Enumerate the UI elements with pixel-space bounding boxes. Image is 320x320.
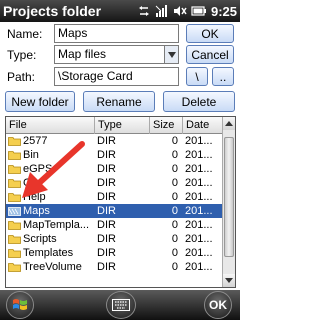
table-row[interactable]: MapTempla... DIR 0 201...	[6, 218, 222, 232]
file-type-cell: DIR	[97, 163, 116, 175]
scroll-down-icon[interactable]	[223, 274, 235, 287]
speaker-muted-icon[interactable]	[173, 2, 187, 20]
file-name-cell: Templates	[6, 246, 95, 260]
file-size-cell: 0	[171, 261, 178, 273]
scrollbar-thumb[interactable]	[224, 137, 234, 257]
bottom-softkey-bar: OK	[0, 290, 240, 320]
file-type-cell: DIR	[97, 261, 116, 273]
type-select[interactable]: Map files	[54, 45, 179, 64]
file-type-cell: DIR	[97, 191, 116, 203]
clock-time[interactable]: 9:25	[211, 4, 237, 19]
file-size-cell: 0	[171, 205, 178, 217]
file-name-cell: Scripts	[6, 232, 95, 246]
file-name: Scripts	[23, 233, 57, 245]
file-size-cell: 0	[171, 163, 178, 175]
status-area: 9:25	[137, 2, 240, 20]
file-name: Templates	[23, 247, 74, 259]
file-date-cell: 201...	[185, 233, 213, 245]
file-date-cell: 201...	[185, 135, 213, 147]
name-input[interactable]: Maps	[54, 24, 179, 43]
file-size-cell: 0	[171, 177, 178, 189]
chevron-down-icon[interactable]	[164, 46, 178, 63]
file-type-cell: DIR	[97, 233, 116, 245]
file-size-cell: 0	[171, 135, 178, 147]
connectivity-icon[interactable]	[137, 2, 151, 20]
signal-icon[interactable]	[155, 2, 169, 20]
file-name-cell: TreeVolume	[6, 260, 95, 274]
parent-folder-button[interactable]: ..	[212, 67, 234, 86]
file-date-cell: 201...	[185, 191, 213, 203]
cancel-button[interactable]: Cancel	[186, 45, 234, 64]
file-name: MapTempla...	[23, 219, 90, 231]
delete-button[interactable]: Delete	[163, 91, 235, 112]
file-date-cell: 201...	[185, 205, 213, 217]
keyboard-button[interactable]	[106, 291, 136, 319]
file-name-cell: MapTempla...	[6, 218, 95, 232]
softkey-ok-button[interactable]: OK	[204, 291, 232, 319]
rename-button[interactable]: Rename	[83, 91, 155, 112]
keyboard-icon	[112, 299, 130, 311]
red-arrow-annotation	[22, 141, 85, 198]
file-name: TreeVolume	[23, 261, 82, 273]
ok-button[interactable]: OK	[186, 24, 234, 43]
file-date-cell: 201...	[185, 149, 213, 161]
column-header-type[interactable]: Type	[95, 117, 150, 134]
table-row[interactable]: Maps DIR 0 201...	[6, 204, 222, 218]
vertical-scrollbar[interactable]	[222, 117, 235, 287]
file-size-cell: 0	[171, 219, 178, 231]
file-size-cell: 0	[171, 247, 178, 259]
file-name-cell: Maps	[6, 204, 95, 218]
table-row[interactable]: TreeVolume DIR 0 201...	[6, 260, 222, 274]
scroll-up-icon[interactable]	[223, 117, 235, 130]
file-date-cell: 201...	[185, 261, 213, 273]
root-folder-button[interactable]: \	[186, 67, 208, 86]
file-size-cell: 0	[171, 233, 178, 245]
file-size-cell: 0	[171, 191, 178, 203]
file-type-cell: DIR	[97, 219, 116, 231]
file-type-cell: DIR	[97, 135, 116, 147]
file-type-cell: DIR	[97, 177, 116, 189]
file-type-cell: DIR	[97, 205, 116, 217]
windows-start-button[interactable]	[6, 291, 34, 319]
table-row[interactable]: Templates DIR 0 201...	[6, 246, 222, 260]
column-header-size[interactable]: Size	[150, 117, 183, 134]
path-label: Path:	[7, 70, 36, 84]
windows-flag-icon	[13, 299, 27, 310]
type-label: Type:	[7, 48, 37, 62]
battery-icon[interactable]	[191, 2, 207, 20]
new-folder-button[interactable]: New folder	[5, 91, 75, 112]
file-type-cell: DIR	[97, 149, 116, 161]
file-date-cell: 201...	[185, 247, 213, 259]
file-date-cell: 201...	[185, 219, 213, 231]
path-input[interactable]: \Storage Card	[54, 67, 179, 86]
folder-icon	[8, 221, 21, 230]
column-header-file[interactable]: File	[6, 117, 95, 134]
type-select-value: Map files	[58, 47, 107, 61]
folder-icon	[8, 235, 21, 244]
folder-icon	[8, 263, 21, 272]
file-type-cell: DIR	[97, 247, 116, 259]
file-list-header: File Type Size Date	[6, 117, 222, 134]
file-size-cell: 0	[171, 149, 178, 161]
title-bar: Projects folder 9:25	[0, 0, 240, 22]
file-name: Maps	[23, 205, 50, 217]
column-header-date[interactable]: Date	[183, 117, 222, 134]
file-date-cell: 201...	[185, 177, 213, 189]
folder-icon	[8, 249, 21, 258]
table-row[interactable]: Scripts DIR 0 201...	[6, 232, 222, 246]
name-label: Name:	[7, 27, 43, 41]
folder-open-icon	[8, 207, 21, 216]
file-date-cell: 201...	[185, 163, 213, 175]
window-title: Projects folder	[3, 3, 102, 19]
